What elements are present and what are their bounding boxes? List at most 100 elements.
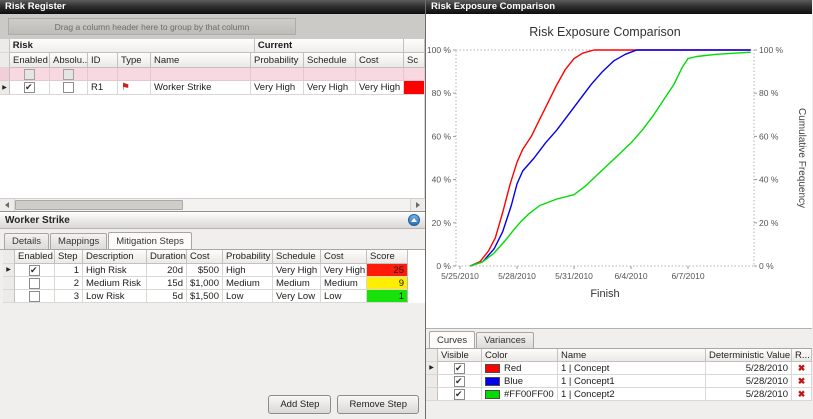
col-cost[interactable]: Cost xyxy=(187,250,223,264)
filter-cost[interactable] xyxy=(356,68,404,81)
cell-cost[interactable]: $1,500 xyxy=(187,290,223,303)
filter-enabled[interactable] xyxy=(10,68,50,81)
cell-visible[interactable] xyxy=(438,362,482,375)
remove-curve-button[interactable]: ✖ xyxy=(792,375,812,388)
cell-step[interactable]: 1 xyxy=(55,264,83,277)
filter-checkbox[interactable] xyxy=(24,69,35,80)
cell-name[interactable]: 1 | Concept xyxy=(558,362,706,375)
cell-type[interactable]: ⚑ xyxy=(118,81,151,95)
enabled-checkbox[interactable] xyxy=(29,278,40,289)
col-remove[interactable]: R... xyxy=(792,349,812,362)
tab-details[interactable]: Details xyxy=(4,233,49,249)
cell-deterministic-value[interactable]: 5/28/2010 xyxy=(706,388,792,401)
enabled-checkbox[interactable] xyxy=(29,291,40,302)
cell-cost[interactable]: Very High xyxy=(356,81,404,95)
cell-cost-impact[interactable]: Very High xyxy=(321,264,367,277)
table-row[interactable]: Blue 1 | Concept1 5/28/2010 ✖ xyxy=(426,375,812,388)
col-description[interactable]: Description xyxy=(83,250,147,264)
horizontal-scrollbar[interactable] xyxy=(0,198,425,211)
cell-probability[interactable]: Medium xyxy=(223,277,273,290)
cell-description[interactable]: Low Risk xyxy=(83,290,147,303)
filter-name[interactable] xyxy=(151,68,251,81)
col-probability[interactable]: Probability xyxy=(251,53,304,68)
tab-mappings[interactable]: Mappings xyxy=(50,233,107,249)
table-row[interactable]: 3 Low Risk 5d $1,500 Low Very Low Low 1 xyxy=(3,290,425,303)
filter-checkbox[interactable] xyxy=(63,69,74,80)
col-color[interactable]: Color xyxy=(482,349,558,362)
col-schedule[interactable]: Schedule xyxy=(273,250,321,264)
col-schedule[interactable]: Schedule xyxy=(304,53,356,68)
cell-description[interactable]: High Risk xyxy=(83,264,147,277)
remove-step-button[interactable]: Remove Step xyxy=(337,395,419,414)
cell-probability[interactable]: Low xyxy=(223,290,273,303)
col-visible[interactable]: Visible xyxy=(438,349,482,362)
col-cost-impact[interactable]: Cost xyxy=(321,250,367,264)
cell-enabled[interactable] xyxy=(10,81,50,95)
collapse-button[interactable] xyxy=(408,214,420,226)
cell-absolute[interactable] xyxy=(50,81,88,95)
cell-name[interactable]: 1 | Concept2 xyxy=(558,388,706,401)
col-score[interactable]: Sc xyxy=(404,53,425,68)
cell-probability[interactable]: High xyxy=(223,264,273,277)
cell-enabled[interactable] xyxy=(15,264,55,277)
cell-step[interactable]: 3 xyxy=(55,290,83,303)
remove-curve-button[interactable]: ✖ xyxy=(792,362,812,375)
filter-type[interactable] xyxy=(118,68,151,81)
col-cost[interactable]: Cost xyxy=(356,53,404,68)
cell-duration[interactable]: 5d xyxy=(147,290,187,303)
col-probability[interactable]: Probability xyxy=(223,250,273,264)
band-current[interactable]: Current xyxy=(255,39,404,53)
cell-step[interactable]: 2 xyxy=(55,277,83,290)
band-risk[interactable]: Risk xyxy=(10,39,255,53)
table-row[interactable]: ▶ Red 1 | Concept 5/28/2010 ✖ xyxy=(426,362,812,375)
col-id[interactable]: ID xyxy=(88,53,118,68)
group-by-box[interactable]: Drag a column header here to group by th… xyxy=(0,14,425,39)
col-type[interactable]: Type xyxy=(118,53,151,68)
visible-checkbox[interactable] xyxy=(454,376,465,387)
cell-duration[interactable]: 20d xyxy=(147,264,187,277)
cell-score[interactable]: 1 xyxy=(367,290,408,303)
cell-cost-impact[interactable]: Medium xyxy=(321,277,367,290)
cell-color[interactable]: #FF00FF00 xyxy=(482,388,558,401)
cell-name[interactable]: Worker Strike xyxy=(151,81,251,95)
cell-color[interactable]: Blue xyxy=(482,375,558,388)
cell-schedule[interactable]: Very High xyxy=(304,81,356,95)
col-step[interactable]: Step xyxy=(55,250,83,264)
cell-cost-impact[interactable]: Low xyxy=(321,290,367,303)
cell-id[interactable]: R1 xyxy=(88,81,118,95)
cell-visible[interactable] xyxy=(438,388,482,401)
add-step-button[interactable]: Add Step xyxy=(268,395,331,414)
scroll-right-button[interactable] xyxy=(410,199,425,211)
cell-score[interactable]: 25 xyxy=(367,264,408,277)
register-filter-row[interactable] xyxy=(0,68,425,81)
enabled-checkbox[interactable] xyxy=(24,82,35,93)
cell-duration[interactable]: 15d xyxy=(147,277,187,290)
scroll-left-button[interactable] xyxy=(0,199,15,211)
cell-visible[interactable] xyxy=(438,375,482,388)
scrollbar-thumb[interactable] xyxy=(15,200,183,210)
table-row[interactable]: ▶ 1 High Risk 20d $500 High Very High Ve… xyxy=(3,264,425,277)
cell-probability[interactable]: Very High xyxy=(251,81,304,95)
table-row[interactable]: 2 Medium Risk 15d $1,000 Medium Medium M… xyxy=(3,277,425,290)
col-name[interactable]: Name xyxy=(151,53,251,68)
remove-curve-button[interactable]: ✖ xyxy=(792,388,812,401)
cell-schedule[interactable]: Very Low xyxy=(273,290,321,303)
cell-deterministic-value[interactable]: 5/28/2010 xyxy=(706,362,792,375)
cell-deterministic-value[interactable]: 5/28/2010 xyxy=(706,375,792,388)
table-row[interactable]: #FF00FF00 1 | Concept2 5/28/2010 ✖ xyxy=(426,388,812,401)
table-row[interactable]: ▶ R1 ⚑ Worker Strike Very High Very High… xyxy=(0,81,425,95)
cell-schedule[interactable]: Very High xyxy=(273,264,321,277)
col-deterministic-value[interactable]: Deterministic Value xyxy=(706,349,792,362)
filter-score[interactable] xyxy=(404,68,425,81)
col-absolute[interactable]: Absolu... xyxy=(50,53,88,68)
filter-probability[interactable] xyxy=(251,68,304,81)
tab-curves[interactable]: Curves xyxy=(429,331,475,348)
col-score[interactable]: Score xyxy=(367,250,408,264)
cell-score[interactable]: 9 xyxy=(367,277,408,290)
cell-cost[interactable]: $500 xyxy=(187,264,223,277)
cell-name[interactable]: 1 | Concept1 xyxy=(558,375,706,388)
cell-color[interactable]: Red xyxy=(482,362,558,375)
detail-panel-titlebar[interactable]: Worker Strike xyxy=(0,212,425,229)
cell-enabled[interactable] xyxy=(15,277,55,290)
tab-variances[interactable]: Variances xyxy=(476,332,534,348)
